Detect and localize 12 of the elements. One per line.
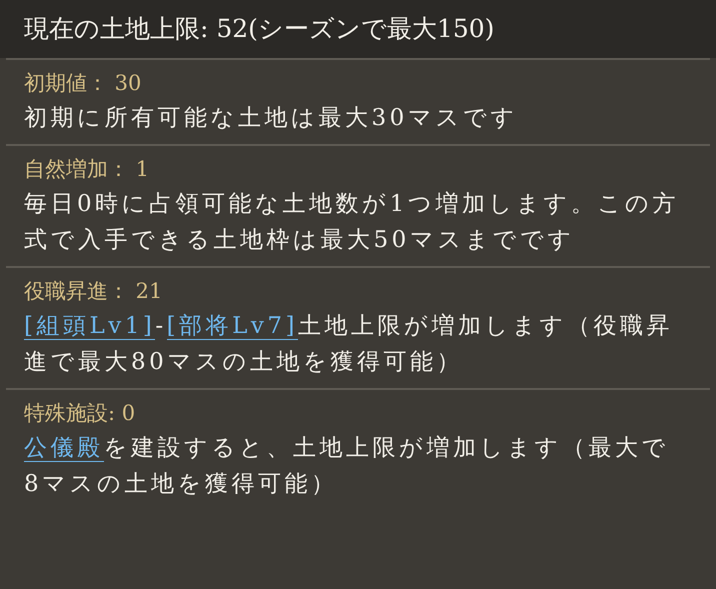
link[interactable]: 公儀殿 (24, 435, 104, 462)
link[interactable]: [部将Lv7] (166, 313, 298, 340)
section-description: 公儀殿 を建設すると、土地上限が増加します（最大で8マスの土地を獲得可能） (24, 434, 670, 499)
section-heading: 役職昇進： 21 (24, 278, 164, 305)
section-heading: 自然増加： 1 (24, 156, 150, 183)
section-heading: 初期値： 30 (24, 70, 142, 97)
section-description: [組頭Lv1]-[部将Lv7]土地上限が増加します（役職昇進で最大80マスの土地を獲得可能） (24, 312, 674, 377)
section-description: 初期に所有可能な土地は最大30マスです (24, 104, 519, 133)
section-description: 毎日0時に占領可能な土地数が1つ増加します。この方式で入手できる土地枠は最大50マスまでです (24, 190, 680, 255)
section-heading: 特殊施設: 0 (24, 400, 136, 427)
link[interactable]: [組頭Lv1] (24, 313, 156, 340)
tooltip-title: 現在の土地上限: 52(シーズンで最大150) (0, 0, 716, 58)
